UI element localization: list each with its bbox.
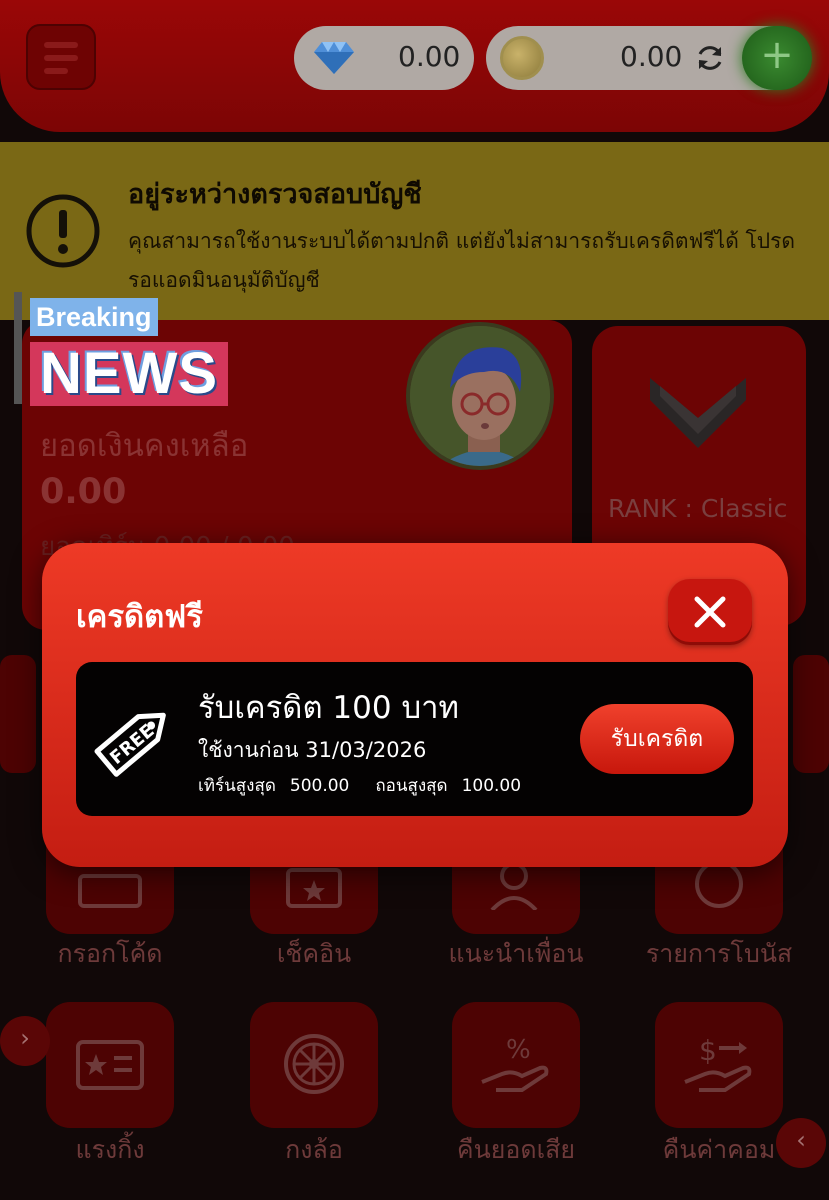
max-turnover-value: 500.00 xyxy=(289,776,350,796)
top-bar: 0.00 0.00 + xyxy=(0,0,829,132)
balance-label: ยอดเงินคงเหลือ xyxy=(40,428,249,464)
credit-offer-card: FREE รับเครดิต 100 บาท ใช้งานก่อน 31/03/… xyxy=(76,662,753,816)
tile-cashback-loss[interactable]: % xyxy=(452,1002,580,1128)
menu-button[interactable] xyxy=(26,24,96,90)
offer-title: รับเครดิต 100 บาท xyxy=(198,690,459,726)
avatar xyxy=(406,322,554,470)
chevron-right-icon: › xyxy=(20,1024,30,1052)
tile-wheel[interactable] xyxy=(250,1002,378,1128)
free-credit-modal: เครดิตฟรี FREE รับเครดิต 100 บาท ใช้งานก… xyxy=(42,543,788,867)
diamond-icon xyxy=(314,42,354,74)
star-card-icon xyxy=(76,1040,144,1090)
free-tag-icon: FREE xyxy=(94,712,166,777)
percent-hand-icon: % xyxy=(481,1035,549,1092)
hamburger-icon xyxy=(44,42,78,48)
left-panel-edge xyxy=(0,655,36,773)
claim-credit-button[interactable]: รับเครดิต xyxy=(580,704,734,774)
hamburger-icon-line xyxy=(44,55,78,61)
sticker-edge xyxy=(14,292,22,404)
max-turnover-label: เทิร์นสูงสุด xyxy=(198,776,276,796)
tile-label-redeem-code: กรอกโค้ด xyxy=(57,939,163,968)
app-screen: 0.00 0.00 + อยู่ระหว่างตรวจสอบบัญชี คุณส… xyxy=(0,0,829,1200)
coin-balance: 0.00 xyxy=(620,40,683,73)
wheel-icon xyxy=(284,1034,344,1094)
close-icon xyxy=(694,596,726,628)
close-button[interactable] xyxy=(668,579,752,645)
tile-label-ranking: แรงกิ้ง xyxy=(75,1135,145,1164)
banner-title: อยู่ระหว่างตรวจสอบบัญชี xyxy=(128,179,422,210)
add-credit-button[interactable]: + xyxy=(742,26,812,90)
tile-ranking[interactable] xyxy=(46,1002,174,1128)
scroll-right-button[interactable]: › xyxy=(0,1016,50,1066)
dollar-hand-icon: $ xyxy=(684,1034,752,1092)
tile-label-check-in: เช็คอิน xyxy=(276,939,352,968)
avatar-illustration-icon xyxy=(410,326,550,466)
banner-message: คุณสามารถใช้งานระบบได้ตามปกติ แต่ยังไม่ส… xyxy=(128,229,796,292)
tile-commission-return[interactable]: $ xyxy=(655,1002,783,1128)
chevron-left-icon: ‹ xyxy=(796,1126,806,1154)
svg-text:%: % xyxy=(506,1035,531,1065)
diamond-balance: 0.00 xyxy=(398,40,461,73)
plus-icon: + xyxy=(760,32,794,78)
scroll-left-button[interactable]: ‹ xyxy=(776,1118,826,1168)
breaking-label: Breaking xyxy=(30,298,158,336)
offer-limits: เทิร์นสูงสุด 500.00 ถอนสูงสุด 100.00 xyxy=(198,772,535,799)
diamond-balance-pill: 0.00 xyxy=(294,26,474,90)
rank-text: RANK : Classic xyxy=(608,494,788,523)
right-panel-edge xyxy=(793,655,829,773)
news-label: NEWS xyxy=(30,342,228,406)
hamburger-icon-line xyxy=(44,68,68,74)
offer-valid-until: ใช้งานก่อน 31/03/2026 xyxy=(198,738,427,762)
alert-circle-icon xyxy=(26,194,100,268)
verification-banner: อยู่ระหว่างตรวจสอบบัญชี คุณสามารถใช้งานร… xyxy=(0,142,829,320)
balance-value: 0.00 xyxy=(40,472,127,512)
rank-chevron-icon xyxy=(650,378,746,448)
refresh-icon[interactable] xyxy=(694,42,726,74)
coin-icon xyxy=(500,36,544,80)
tile-label-cashback-loss: คืนยอดเสีย xyxy=(456,1135,576,1164)
tile-label-wheel: กงล้อ xyxy=(285,1135,343,1164)
modal-title: เครดิตฟรี xyxy=(76,599,203,635)
svg-text:$: $ xyxy=(699,1034,717,1067)
max-withdraw-label: ถอนสูงสุด xyxy=(375,776,448,796)
tile-label-bonus-list: รายการโบนัส xyxy=(645,939,793,968)
max-withdraw-value: 100.00 xyxy=(461,776,522,796)
tile-label-refer-friend: แนะนำเพื่อน xyxy=(448,939,584,968)
